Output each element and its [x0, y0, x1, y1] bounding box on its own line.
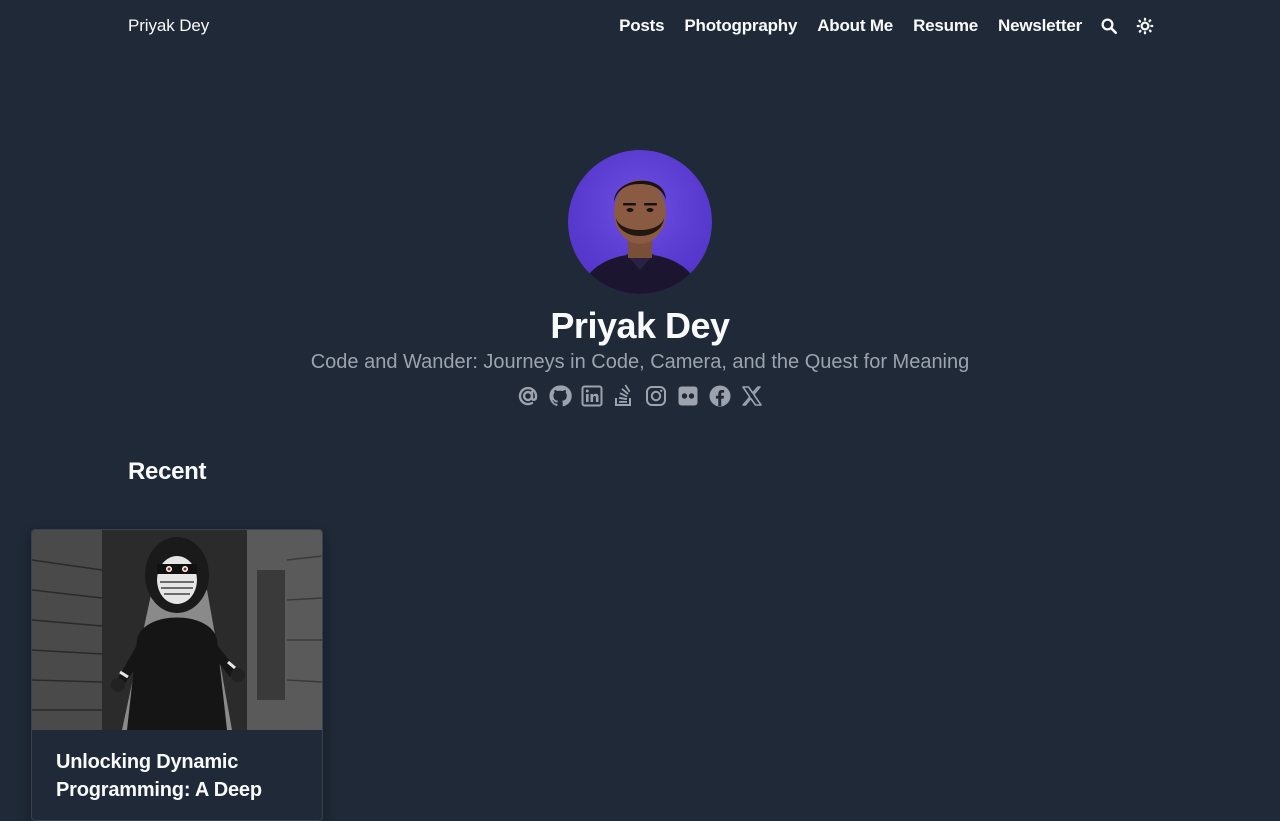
post-card[interactable]: Unlocking Dynamic Programming: A Deep: [31, 529, 323, 821]
github-icon[interactable]: [548, 384, 572, 408]
nav-resume[interactable]: Resume: [913, 14, 978, 38]
linkedin-icon[interactable]: [580, 384, 604, 408]
x-twitter-icon[interactable]: [740, 384, 764, 408]
flickr-icon[interactable]: [676, 384, 700, 408]
nav-photography[interactable]: Photogpraphy: [684, 14, 797, 38]
profile-hero: Priyak Dey Code and Wander: Journeys in …: [0, 150, 1280, 408]
avatar: [568, 150, 712, 294]
email-icon[interactable]: [516, 384, 540, 408]
search-icon[interactable]: [1100, 17, 1118, 35]
nav-about-me[interactable]: About Me: [817, 14, 893, 38]
site-brand-link[interactable]: Priyak Dey: [128, 16, 209, 36]
profile-name: Priyak Dey: [550, 305, 730, 346]
top-navigation-bar: Priyak Dey Posts Photogpraphy About Me R…: [0, 0, 1280, 54]
nav-newsletter[interactable]: Newsletter: [998, 14, 1082, 38]
social-links: [0, 384, 1280, 408]
instagram-icon[interactable]: [644, 384, 668, 408]
stackoverflow-icon[interactable]: [612, 384, 636, 408]
nav-posts[interactable]: Posts: [619, 14, 664, 38]
recent-section-title: Recent: [128, 458, 207, 485]
main-nav: Posts Photogpraphy About Me Resume Newsl…: [599, 14, 1154, 38]
post-card-title[interactable]: Unlocking Dynamic Programming: A Deep: [32, 730, 322, 804]
theme-toggle-icon[interactable]: [1136, 17, 1154, 35]
facebook-icon[interactable]: [708, 384, 732, 408]
profile-tagline: Code and Wander: Journeys in Code, Camer…: [310, 351, 970, 373]
post-card-image: [32, 530, 322, 730]
